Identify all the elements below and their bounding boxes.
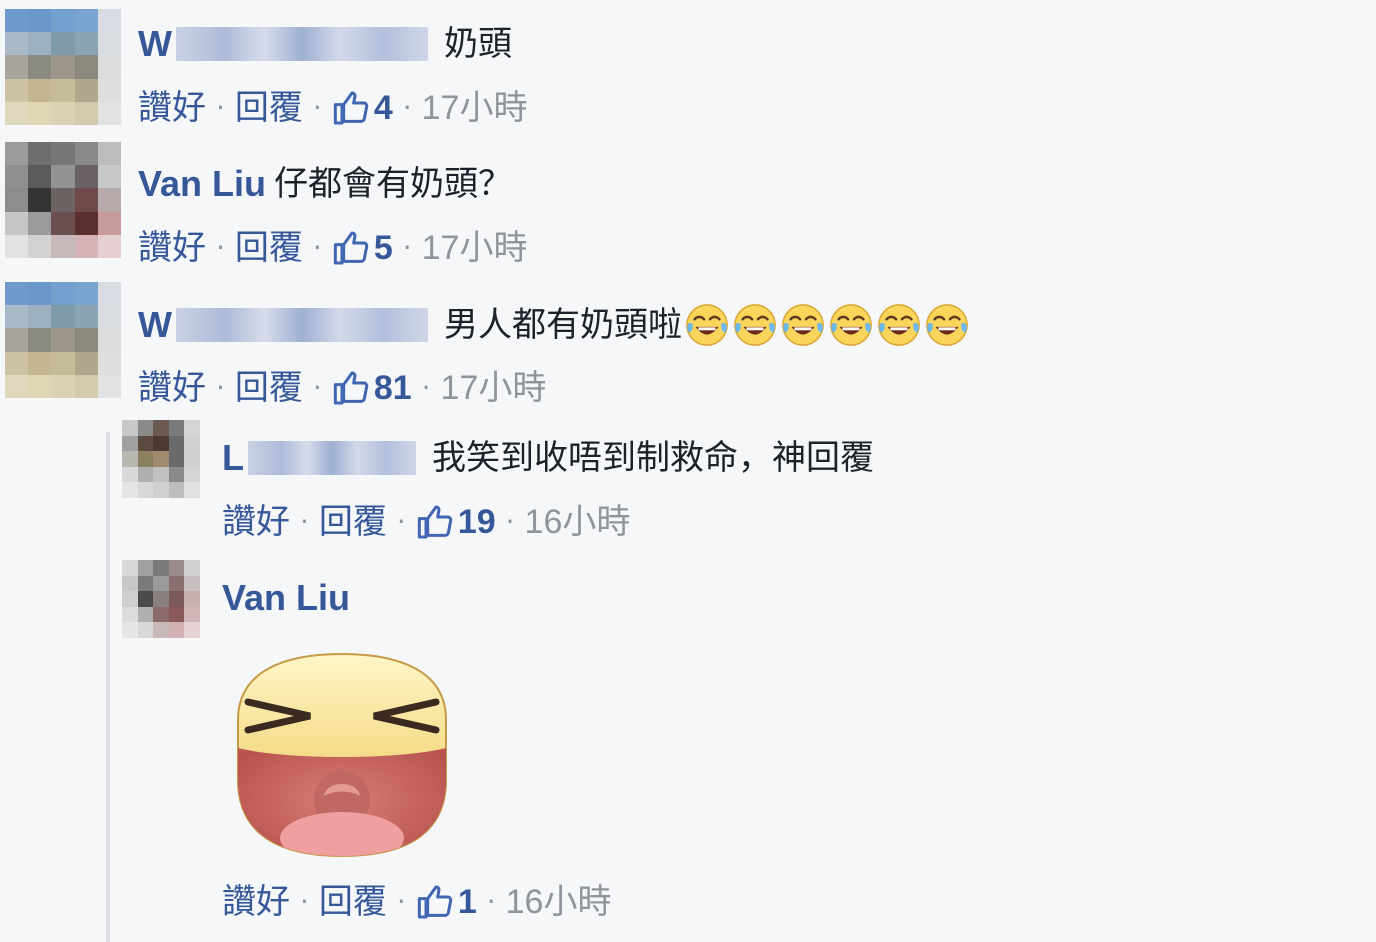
timestamp[interactable]: 17小時: [422, 86, 528, 130]
reply-link[interactable]: 回覆: [235, 366, 303, 410]
comment-text: 男人都有奶頭啦: [443, 305, 682, 345]
like-count[interactable]: 1: [458, 880, 477, 924]
tears-of-joy-emoji: [926, 304, 968, 346]
avatar[interactable]: [122, 420, 200, 498]
laughing-sticker[interactable]: [226, 650, 458, 862]
separator: ·: [312, 91, 322, 124]
like-count[interactable]: 4: [374, 86, 393, 130]
thumbs-up-icon[interactable]: [332, 368, 372, 408]
redacted-name: [175, 27, 428, 61]
commenter-name[interactable]: W: [138, 22, 172, 66]
thumbs-up-icon[interactable]: [332, 228, 372, 268]
commenter-name[interactable]: L: [222, 436, 244, 480]
thumbs-up-icon[interactable]: [416, 882, 456, 922]
commenter-name[interactable]: Van Liu: [138, 162, 266, 206]
timestamp[interactable]: 16小時: [525, 500, 631, 544]
separator: ·: [402, 231, 412, 264]
emoji-row: [684, 302, 972, 348]
separator: ·: [396, 505, 406, 538]
like-link[interactable]: 讚好: [138, 86, 206, 130]
commenter-name[interactable]: Van Liu: [222, 576, 350, 620]
separator: ·: [216, 371, 225, 404]
commenter-name[interactable]: W: [138, 303, 172, 347]
separator: ·: [396, 885, 406, 918]
tears-of-joy-emoji: [734, 304, 776, 346]
separator: ·: [312, 231, 322, 264]
separator: ·: [312, 371, 322, 404]
thumbs-up-icon[interactable]: [416, 502, 456, 542]
timestamp[interactable]: 17小時: [422, 226, 528, 270]
reply-link[interactable]: 回覆: [235, 226, 303, 270]
comment-text: 奶頭: [443, 24, 512, 64]
separator: ·: [505, 505, 515, 538]
timestamp[interactable]: 16小時: [506, 880, 612, 924]
separator: ·: [486, 885, 496, 918]
tears-of-joy-emoji: [830, 304, 872, 346]
timestamp[interactable]: 17小時: [441, 366, 547, 410]
separator: ·: [421, 371, 431, 404]
tears-of-joy-emoji: [878, 304, 920, 346]
avatar[interactable]: [5, 142, 121, 258]
comment-text: 我笑到收唔到制救命，神回覆: [432, 438, 874, 478]
like-count[interactable]: 5: [374, 226, 393, 270]
redacted-name: [248, 441, 416, 475]
separator: ·: [402, 91, 412, 124]
avatar[interactable]: [5, 282, 121, 398]
like-link[interactable]: 讚好: [222, 500, 290, 544]
like-link[interactable]: 讚好: [138, 226, 206, 270]
like-link[interactable]: 讚好: [138, 366, 206, 410]
separator: ·: [216, 231, 225, 264]
reply-thread-line: [106, 432, 110, 942]
reply-link[interactable]: 回覆: [319, 500, 387, 544]
separator: ·: [300, 505, 309, 538]
like-count[interactable]: 81: [374, 366, 412, 410]
separator: ·: [216, 91, 225, 124]
avatar[interactable]: [5, 9, 121, 125]
avatar[interactable]: [122, 560, 200, 638]
reply-link[interactable]: 回覆: [319, 880, 387, 924]
like-count[interactable]: 19: [458, 500, 496, 544]
redacted-name: [175, 308, 428, 342]
tears-of-joy-emoji: [782, 304, 824, 346]
separator: ·: [300, 885, 309, 918]
tears-of-joy-emoji: [686, 304, 728, 346]
thumbs-up-icon[interactable]: [332, 88, 372, 128]
like-link[interactable]: 讚好: [222, 880, 290, 924]
comment-text: 仔都會有奶頭？: [274, 164, 513, 204]
reply-link[interactable]: 回覆: [235, 86, 303, 130]
